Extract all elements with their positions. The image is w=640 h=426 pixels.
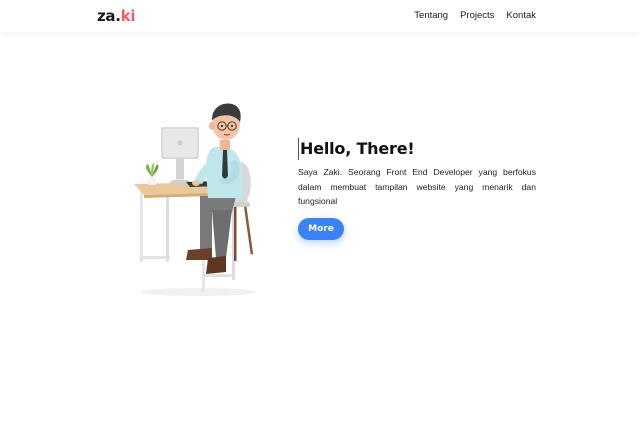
nav-link-kontak[interactable]: Kontak (506, 10, 536, 21)
logo-accent: ki (120, 7, 136, 25)
nav-link-projects[interactable]: Projects (460, 10, 494, 21)
navbar: za.ki Tentang Projects Kontak (0, 0, 640, 32)
developer-at-desk-illustration (128, 100, 268, 300)
nav-links: Tentang Projects Kontak (414, 10, 536, 21)
logo-prefix: za. (97, 7, 121, 25)
hero-title: Hello, There! (298, 138, 536, 160)
nav-link-tentang[interactable]: Tentang (414, 10, 448, 21)
more-button[interactable]: More (298, 217, 344, 240)
hero-description: Saya Zaki. Seorang Front End Developer y… (298, 167, 536, 206)
page: za.ki Tentang Projects Kontak Hello, The… (0, 0, 640, 426)
hero-section: Hello, There! Saya Zaki. Seorang Front E… (298, 138, 536, 240)
logo[interactable]: za.ki (97, 7, 135, 25)
